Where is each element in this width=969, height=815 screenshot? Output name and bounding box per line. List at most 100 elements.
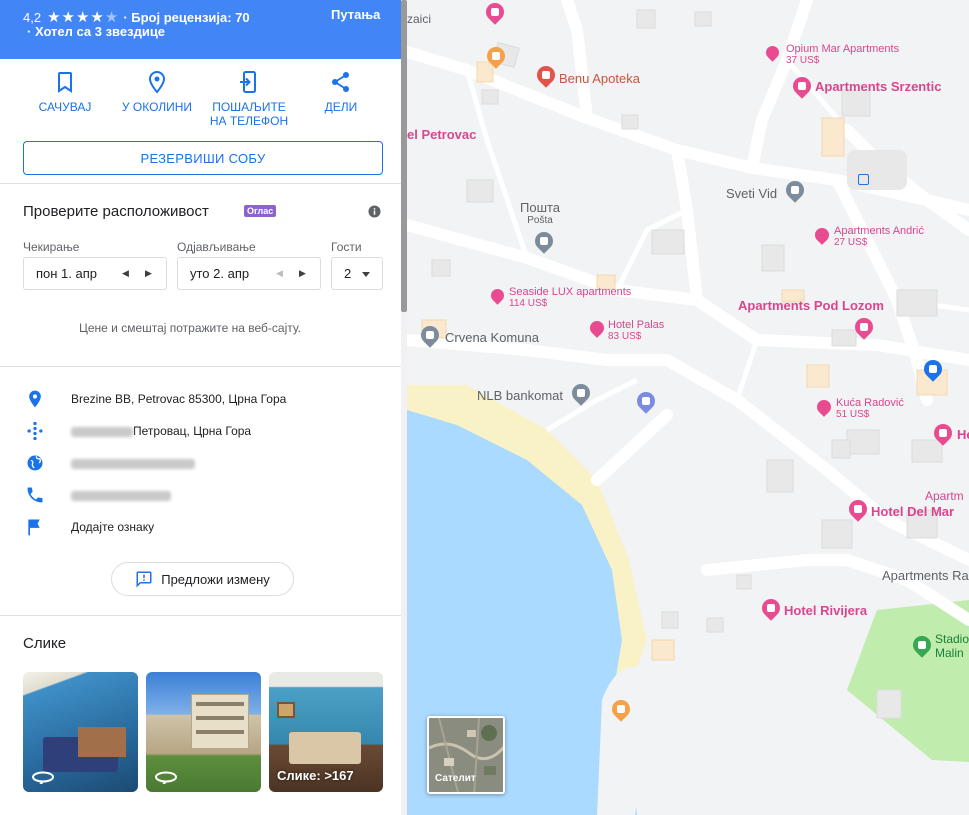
share-icon (332, 72, 349, 92)
send-to-phone-label: ПОШАЉИТЕ НА ТЕЛЕФОН (209, 100, 289, 128)
panel-scrollbar[interactable] (401, 0, 407, 815)
guests-select[interactable]: 2 (331, 257, 383, 290)
scrollbar-thumb[interactable] (401, 0, 407, 312)
location-pin-icon (29, 390, 41, 408)
globe-icon (27, 455, 43, 471)
address-text: Brezine BB, Petrovac 85300, Црна Гора (71, 392, 287, 406)
poi-name: Пошта (520, 200, 561, 215)
satellite-label: Сателит (435, 773, 476, 784)
map-poi-kuca-radovic[interactable]: Kuća Radović 51 US$ (836, 397, 904, 420)
website-row[interactable] (0, 453, 401, 475)
map-poi-post-office[interactable]: Пошта Pošta (520, 200, 560, 226)
poi-subtitle: Pošta (527, 215, 553, 226)
availability-title: Проверите расположивост (23, 203, 209, 220)
poi-name: Seaside LUX apartments (509, 286, 632, 298)
review-count-link[interactable]: · Број рецензија: 70 (123, 10, 249, 25)
bookmark-icon (58, 72, 72, 93)
prices-note: Цене и смештај потражите на веб-сајту. (78, 321, 302, 335)
redacted-text (71, 458, 195, 469)
share-button[interactable]: ДЕЛИ (296, 70, 386, 114)
dropdown-arrow-icon (362, 272, 370, 277)
map-poi-hotel-rivijera[interactable]: Hotel Rivijera (784, 603, 867, 618)
add-label-row[interactable]: Додајте ознаку (0, 517, 401, 539)
photos-title: Слике (23, 635, 67, 652)
map-label-zaici[interactable]: zaici (407, 12, 431, 26)
360-view-icon (32, 771, 54, 784)
map-poi-apartments-ra[interactable]: Apartments Ra (882, 568, 969, 583)
poi-name: Stadio (935, 632, 969, 646)
map-poi-hotel-petrovac[interactable]: el Petrovac (407, 127, 476, 142)
save-button[interactable]: САЧУВАЈ (20, 70, 110, 114)
divider (0, 183, 401, 184)
map-poi-apartments-pod-lozom[interactable]: Apartments Pod Lozom (738, 298, 884, 313)
more-photos-label: Слике: >167 (277, 768, 354, 783)
poi-price: 114 US$ (509, 298, 548, 309)
photo-thumbnail[interactable] (146, 672, 261, 792)
poi-price: 51 US$ (836, 409, 870, 420)
checkin-field[interactable]: пон 1. апр ◀ ▶ (23, 257, 167, 290)
plus-code-text: Петровац, Црна Гора (71, 424, 251, 438)
phone-text (71, 488, 171, 502)
suggest-edit-label: Предложи измену (161, 571, 270, 587)
rating-value: 4,2 (23, 9, 42, 25)
feedback-icon (136, 571, 152, 588)
poi-name: Apartments Andrić (834, 225, 924, 237)
map-poi-benu-apoteka[interactable]: Benu Apoteka (559, 71, 640, 86)
bus-stop-icon[interactable] (858, 174, 869, 185)
map-poi-crvena-komuna[interactable]: Crvena Komuna (445, 330, 539, 345)
map-poi-hotel-cut[interactable]: He (957, 427, 969, 442)
plus-code-row[interactable]: Петровац, Црна Гора (0, 421, 401, 443)
divider (0, 366, 401, 367)
next-date-icon[interactable]: ▶ (145, 268, 152, 279)
redacted-text (71, 426, 133, 437)
maps-app: 4,2 ★★★★★ · Број рецензија: 70 · Хотел с… (0, 0, 969, 815)
map-poi-seaside-lux[interactable]: Seaside LUX apartments 114 US$ (509, 286, 631, 309)
ad-badge: Оглас (244, 205, 277, 217)
next-date-icon[interactable]: ▶ (299, 268, 306, 279)
plus-code-suffix: Петровац, Црна Гора (133, 424, 252, 438)
suggest-edit-button[interactable]: Предложи измену (111, 562, 294, 596)
map-poi-apartm-cut[interactable]: Apartm (925, 489, 964, 503)
satellite-toggle-button[interactable]: Сателит (427, 716, 505, 794)
360-view-icon (155, 771, 177, 784)
map-poi-hotel-palas[interactable]: Hotel Palas 83 US$ (608, 319, 664, 342)
map-canvas[interactable]: zaici Opium Mar Apartments 37 US$ Benu Ap… (407, 0, 969, 815)
flag-icon (28, 519, 40, 536)
book-room-button[interactable]: РЕЗЕРВИШИ СОБУ (23, 141, 383, 175)
map-poi-apartments-srzentic[interactable]: Apartments Srzentic (815, 79, 941, 94)
action-buttons: САЧУВАЈ У ОКОЛИНИ ПОШАЉИТЕ НА ТЕЛЕФОН ДЕ… (0, 70, 401, 130)
photo-thumbnail[interactable] (23, 672, 138, 792)
share-label: ДЕЛИ (324, 100, 358, 114)
prev-date-icon[interactable]: ◀ (122, 268, 129, 279)
photo-thumbnail[interactable]: Слике: >167 (269, 672, 383, 792)
redacted-text (71, 490, 171, 501)
guests-value: 2 (344, 266, 352, 281)
place-header: 4,2 ★★★★★ · Број рецензија: 70 · Хотел с… (0, 0, 401, 59)
map-poi-stadium[interactable]: Stadio Malin (935, 632, 969, 660)
guests-label: Гости (331, 240, 362, 254)
address-row[interactable]: Brezine BB, Petrovac 85300, Црна Гора (0, 389, 401, 411)
poi-name: Kuća Radović (836, 397, 904, 409)
plus-code-icon (27, 421, 43, 441)
place-panel: 4,2 ★★★★★ · Број рецензија: 70 · Хотел с… (0, 0, 401, 815)
prev-date-icon[interactable]: ◀ (276, 268, 283, 279)
phone-row[interactable] (0, 485, 401, 507)
checkout-label: Одјављивање (177, 240, 256, 254)
send-to-phone-button[interactable]: ПОШАЉИТЕ НА ТЕЛЕФОН (204, 70, 294, 128)
add-label-text: Додајте ознаку (71, 520, 155, 534)
map-poi-apartments-andric[interactable]: Apartments Andrić 27 US$ (834, 225, 924, 248)
checkout-field[interactable]: уто 2. апр ◀ ▶ (177, 257, 321, 290)
poi-subtitle: Malin (935, 646, 964, 660)
nearby-label: У ОКОЛИНИ (121, 100, 193, 114)
map-poi-sveti-vid[interactable]: Sveti Vid (726, 186, 777, 201)
checkin-label: Чекирање (23, 240, 80, 254)
directions-button[interactable]: Путања (331, 7, 380, 22)
map-poi-hotel-del-mar[interactable]: Hotel Del Mar (871, 504, 954, 519)
map-poi-nlb-bankomat[interactable]: NLB bankomat (477, 388, 563, 403)
nearby-button[interactable]: У ОКОЛИНИ (112, 70, 202, 114)
info-icon[interactable] (368, 205, 381, 218)
map-poi-opium-mar[interactable]: Opium Mar Apartments 37 US$ (786, 43, 899, 66)
poi-price: 37 US$ (786, 55, 820, 66)
nearby-icon (148, 70, 166, 94)
poi-price: 83 US$ (608, 331, 642, 342)
